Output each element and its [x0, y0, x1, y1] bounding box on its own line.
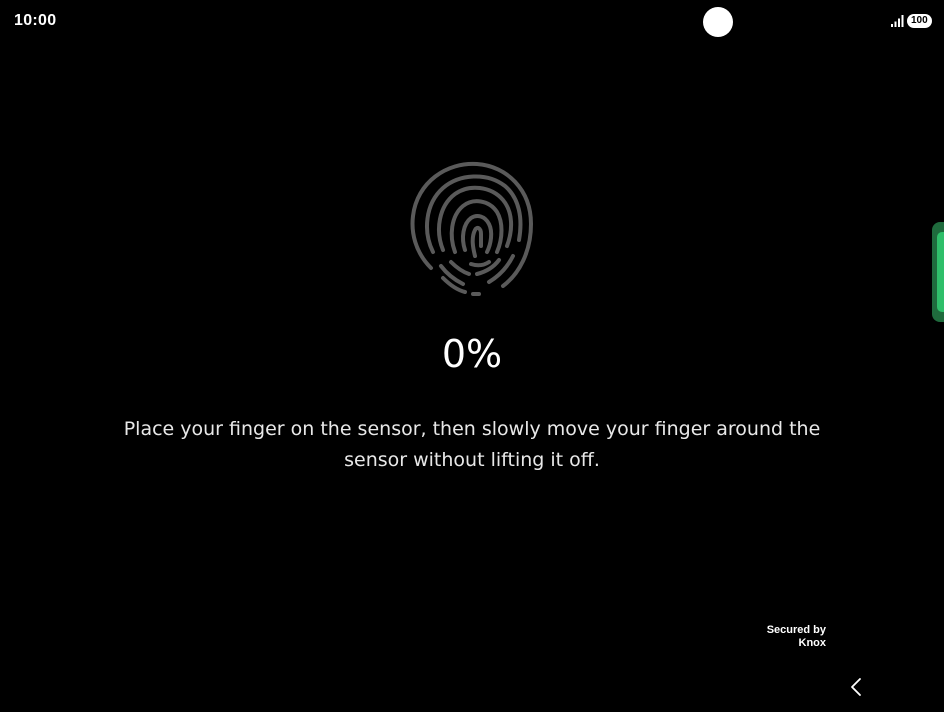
- signal-icon: [891, 15, 904, 27]
- status-clock: 10:00: [14, 12, 57, 29]
- knox-label: Knox: [798, 637, 827, 649]
- fingerprint-icon: [410, 161, 534, 296]
- battery-level-badge: 100: [907, 14, 932, 28]
- secured-by-label: Secured by: [766, 624, 826, 636]
- status-bar: 10:00 100: [0, 0, 944, 44]
- edge-panel-handle-indicator[interactable]: [937, 232, 944, 312]
- camera-cutout-icon: [703, 7, 733, 37]
- enrollment-instruction: Place your finger on the sensor, then sl…: [123, 418, 821, 471]
- secured-by-knox-badge: Secured by Knox: [746, 624, 826, 650]
- back-chevron-icon: [851, 678, 861, 696]
- fingerprint-enrollment-screen: 10:00 100 0% Place your finger on the se…: [0, 0, 944, 712]
- enrollment-progress: 0%: [441, 332, 503, 376]
- back-button[interactable]: [840, 672, 872, 702]
